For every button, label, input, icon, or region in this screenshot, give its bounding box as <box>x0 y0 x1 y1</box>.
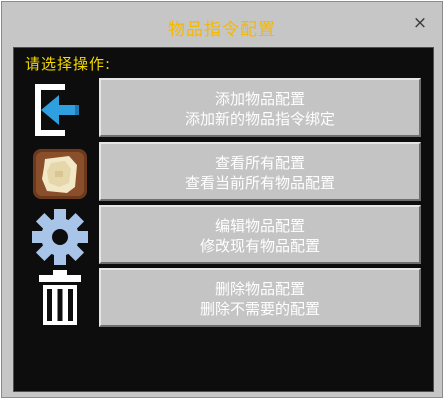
delete-item-config-subtitle: 删除不需要的配置 <box>199 300 320 318</box>
delete-item-config-title: 删除物品配置 <box>214 280 305 298</box>
dialog-title: 物品指令配置 <box>168 20 276 40</box>
view-all-config-button[interactable]: 查看所有配置 查看当前所有物品配置 <box>99 142 421 201</box>
exit-arrow-icon <box>35 84 79 136</box>
edit-item-config-button[interactable]: 编辑物品配置 修改现有物品配置 <box>99 205 421 264</box>
title-bar: 物品指令配置 × <box>2 2 442 46</box>
config-dialog: 物品指令配置 × 请选择操作: 添加物品配置 添加新的物品指令绑定 查看所有配置 <box>1 1 443 398</box>
edit-item-config-title: 编辑物品配置 <box>214 217 305 235</box>
close-button[interactable]: × <box>410 13 430 33</box>
add-item-config-subtitle: 添加新的物品指令绑定 <box>184 110 335 128</box>
view-all-config-subtitle: 查看当前所有物品配置 <box>184 174 335 192</box>
select-prompt: 请选择操作: <box>25 55 112 73</box>
add-item-config-title: 添加物品配置 <box>214 90 305 108</box>
gear-icon <box>32 209 88 265</box>
add-item-config-button[interactable]: 添加物品配置 添加新的物品指令绑定 <box>99 78 421 137</box>
delete-item-config-button[interactable]: 删除物品配置 删除不需要的配置 <box>99 268 421 327</box>
view-all-config-title: 查看所有配置 <box>214 154 305 172</box>
options-panel: 请选择操作: 添加物品配置 添加新的物品指令绑定 查看所有配置 查看当前所有物品… <box>13 47 434 392</box>
map-scroll-icon <box>33 149 87 199</box>
trash-can-icon <box>39 270 81 325</box>
edit-item-config-subtitle: 修改现有物品配置 <box>199 237 320 255</box>
